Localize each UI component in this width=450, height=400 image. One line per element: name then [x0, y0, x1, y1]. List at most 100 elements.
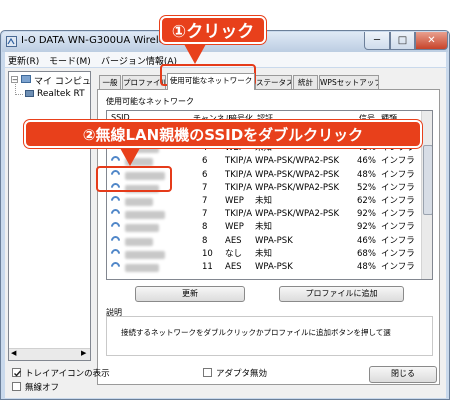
tab-statistics[interactable]: 統計: [293, 75, 318, 89]
signal-cell: 92%: [357, 222, 376, 233]
app-icon: [6, 36, 17, 47]
adapter-disabled-checkbox[interactable]: [203, 368, 212, 377]
maximize-icon: □: [397, 35, 408, 46]
description-text: 接続するネットワークをダブルクリックかプロファイルに追加ボタンを押して選: [121, 328, 391, 337]
signal-cell: 62%: [357, 196, 376, 206]
tray-icon-label: トレイアイコンの表示: [25, 369, 110, 379]
maximize-button[interactable]: □: [390, 32, 415, 50]
network-row[interactable]: 8 AES WPA-PSK 46% インフラ: [107, 233, 421, 248]
auth-cell: WPA-PSK/WPA2-PSK: [255, 169, 340, 180]
scrollbar-thumb[interactable]: [423, 145, 432, 215]
wifi-signal-icon: [109, 207, 122, 221]
signal-cell: 46%: [357, 235, 376, 246]
scroll-left-icon[interactable]: ◀: [11, 349, 16, 357]
ssid-redacted: [125, 198, 153, 206]
tab-status[interactable]: ステータス: [255, 75, 292, 89]
channel-cell: 8: [202, 222, 208, 233]
signal-cell: 46%: [357, 156, 376, 167]
type-cell: インフラ: [381, 196, 415, 206]
encryption-cell: WEP: [225, 196, 244, 206]
network-row[interactable]: 7 TKIP/A WPA-PSK/WPA2-PSK 92% インフラ: [107, 207, 421, 221]
signal-cell: 48%: [357, 262, 376, 272]
scroll-right-icon[interactable]: ▶: [81, 349, 86, 357]
wifi-signal-icon: [109, 220, 122, 234]
type-cell: インフラ: [381, 248, 415, 259]
network-row[interactable]: 8 WEP 未知 92% インフラ: [107, 220, 421, 234]
type-cell: インフラ: [381, 156, 415, 167]
encryption-cell: AES: [225, 235, 242, 246]
network-list-scrollbar[interactable]: [421, 111, 432, 279]
wifi-signal-icon: [109, 194, 122, 207]
tray-icon-checkbox[interactable]: [12, 368, 22, 377]
tab-wps-setup[interactable]: WPSセットアップ: [319, 75, 379, 89]
tree-connector: [15, 94, 23, 95]
menu-item-mode[interactable]: モード(M): [49, 54, 91, 67]
networks-group-label: 使用可能なネットワーク: [106, 97, 194, 106]
type-cell: インフラ: [381, 222, 415, 233]
close-icon: ✕: [427, 35, 436, 46]
network-row[interactable]: 7 WEP 未知 62% インフラ: [107, 194, 421, 208]
minimize-button[interactable]: ─: [364, 32, 390, 50]
channel-cell: 11: [202, 262, 213, 272]
app-window: I-O DATA WN-G300UA Wireless ─ □ ✕ 更新(R) …: [0, 30, 450, 400]
minimize-icon: ─: [373, 35, 381, 46]
ssid-redacted: [125, 264, 159, 272]
tree-root-label[interactable]: マイ コンピュ: [34, 74, 90, 87]
auth-cell: 未知: [255, 248, 273, 259]
add-to-profile-button[interactable]: プロファイルに追加: [279, 286, 404, 302]
signal-cell: 92%: [357, 209, 376, 220]
channel-cell: 7: [202, 209, 208, 220]
tab-general[interactable]: 一般: [99, 75, 121, 89]
type-cell: インフラ: [381, 169, 415, 180]
tab-available-networks[interactable]: 使用可能なネットワーク: [167, 73, 255, 90]
channel-cell: 6: [202, 169, 208, 180]
channel-cell: 8: [202, 235, 208, 246]
encryption-cell: WEP: [225, 222, 244, 233]
type-cell: インフラ: [381, 209, 415, 220]
step2-pointer-icon: [120, 148, 140, 166]
network-rows: 1AESWPA-PSK90%インフラ4WEP未知48%インフラ6TKIP/AWP…: [107, 128, 421, 279]
wifi-signal-icon: [109, 260, 122, 273]
wifi-signal-icon: [109, 233, 122, 247]
ssid-redacted: [125, 250, 165, 259]
step1-callout: ①クリック: [160, 16, 266, 44]
step1-pointer-icon: [184, 44, 206, 64]
check-icon: [14, 370, 22, 377]
tree-adapter-label[interactable]: Realtek RT: [37, 89, 85, 99]
collapse-icon[interactable]: −: [11, 76, 18, 84]
ssid-highlight-frame: [96, 166, 172, 192]
ssid-redacted: [125, 237, 153, 246]
tree-horizontal-scrollbar[interactable]: ◀ ▶: [9, 348, 90, 360]
signal-cell: 68%: [357, 248, 376, 259]
encryption-cell: TKIP/A: [225, 182, 253, 193]
close-button[interactable]: 閉じる: [369, 366, 437, 383]
adapter-icon: [25, 90, 34, 97]
auth-cell: WPA-PSK: [255, 262, 293, 272]
encryption-cell: TKIP/A: [225, 156, 253, 167]
step2-callout: ②無線LAN親機のSSIDをダブルクリック: [24, 120, 422, 148]
signal-cell: 48%: [357, 169, 376, 180]
wireless-off-checkbox[interactable]: [12, 382, 21, 391]
adapter-tree[interactable]: − マイ コンピュ Realtek RT ◀ ▶: [8, 71, 91, 361]
close-window-button[interactable]: ✕: [415, 32, 448, 50]
auth-cell: 未知: [255, 196, 273, 206]
network-row[interactable]: 10 なし 未知 68% インフラ: [107, 246, 421, 261]
wireless-off-label: 無線オフ: [25, 383, 60, 393]
channel-cell: 7: [202, 182, 208, 193]
computer-icon: [21, 75, 31, 83]
channel-cell: 10: [202, 248, 213, 259]
wifi-signal-icon: [109, 246, 122, 260]
encryption-cell: TKIP/A: [225, 169, 253, 180]
encryption-cell: なし: [225, 248, 243, 259]
description-group: 接続するネットワークをダブルクリックかプロファイルに追加ボタンを押して選: [106, 316, 433, 356]
window-title: I-O DATA WN-G300UA Wireless: [21, 35, 176, 46]
encryption-cell: TKIP/A: [225, 209, 253, 220]
encryption-cell: AES: [225, 262, 242, 272]
type-cell: インフラ: [381, 182, 415, 193]
ssid-redacted: [125, 211, 165, 220]
channel-cell: 6: [202, 156, 208, 167]
network-row[interactable]: 11 AES WPA-PSK 48% インフラ: [107, 260, 421, 274]
signal-cell: 52%: [357, 182, 376, 193]
refresh-button[interactable]: 更新: [135, 286, 245, 302]
menu-item-refresh[interactable]: 更新(R): [8, 54, 39, 67]
